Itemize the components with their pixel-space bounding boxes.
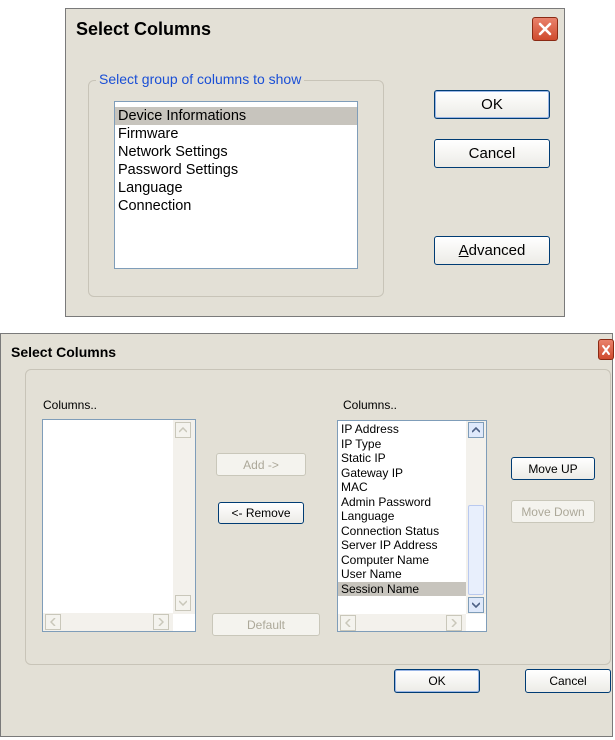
advanced-label-rest: dvanced (468, 242, 526, 259)
scroll-right-icon[interactable] (446, 615, 462, 631)
advanced-button[interactable]: Advanced (434, 236, 550, 265)
selected-column-item[interactable]: Admin Password (338, 495, 486, 510)
dialog-title: Select Columns (11, 344, 117, 360)
move-down-button[interactable]: Move Down (511, 500, 595, 523)
select-columns-dialog-simple: Select Columns Select group of columns t… (65, 8, 565, 317)
selected-column-item[interactable]: User Name (338, 567, 486, 582)
cancel-button[interactable]: Cancel (525, 669, 611, 693)
ok-button[interactable]: OK (434, 90, 550, 119)
column-group-item[interactable]: Language (115, 179, 357, 197)
selected-columns-label: Columns.. (343, 398, 398, 412)
scroll-down-icon[interactable] (175, 595, 191, 611)
select-columns-dialog-advanced: Select Columns Columns.. Columns.. Add -… (0, 333, 614, 737)
default-button[interactable]: Default (212, 613, 320, 636)
scroll-down-icon[interactable] (468, 597, 484, 613)
dialog-title: Select Columns (76, 18, 212, 39)
selected-column-item[interactable]: Computer Name (338, 553, 486, 568)
selected-column-item[interactable]: Language (338, 509, 486, 524)
move-up-button[interactable]: Move UP (511, 457, 595, 480)
available-horizontal-scrollbar[interactable] (43, 613, 173, 631)
available-vertical-scrollbar[interactable] (173, 420, 195, 614)
selected-columns-list[interactable]: IP Address IP Type Static IP Gateway IP MAC A… (337, 420, 487, 632)
selected-column-item[interactable]: IP Address (338, 422, 486, 437)
scroll-up-icon[interactable] (175, 422, 191, 438)
title-bar: Select Columns (1, 334, 612, 370)
scroll-thumb[interactable] (468, 505, 484, 595)
ok-button[interactable]: OK (394, 669, 480, 693)
column-group-item[interactable]: Device Informations (115, 107, 357, 125)
column-group-item[interactable]: Connection (115, 197, 357, 215)
column-group-item[interactable]: Network Settings (115, 143, 357, 161)
scroll-left-icon[interactable] (340, 615, 356, 631)
cancel-button[interactable]: Cancel (434, 139, 550, 168)
close-button[interactable] (598, 339, 614, 360)
selected-vertical-scrollbar[interactable] (466, 421, 486, 614)
scroll-right-icon[interactable] (153, 614, 169, 630)
column-group-item[interactable]: Firmware (115, 125, 357, 143)
add-button[interactable]: Add -> (216, 453, 306, 476)
selected-column-item[interactable]: MAC (338, 480, 486, 495)
selected-column-item[interactable]: Connection Status (338, 524, 486, 539)
close-icon (602, 344, 610, 355)
scroll-left-icon[interactable] (45, 614, 61, 630)
remove-button[interactable]: <- Remove (218, 502, 304, 524)
selected-column-item[interactable]: Session Name (338, 581, 486, 596)
available-columns-label: Columns.. (43, 398, 98, 412)
selected-horizontal-scrollbar[interactable] (338, 614, 466, 631)
selected-column-item[interactable]: Server IP Address (338, 538, 486, 553)
scroll-up-icon[interactable] (468, 422, 484, 438)
title-bar: Select Columns (66, 9, 564, 49)
selected-column-item[interactable]: IP Type (338, 437, 486, 452)
selected-column-item[interactable]: Static IP (338, 451, 486, 466)
close-button[interactable] (532, 17, 558, 41)
column-group-label: Select group of columns to show (96, 71, 305, 87)
close-icon (538, 22, 552, 36)
column-group-list[interactable]: Device Informations Firmware Network Setti… (114, 101, 358, 269)
advanced-mnemonic: A (458, 242, 469, 259)
column-group-item[interactable]: Password Settings (115, 161, 357, 179)
selected-column-item[interactable]: Gateway IP (338, 466, 486, 481)
